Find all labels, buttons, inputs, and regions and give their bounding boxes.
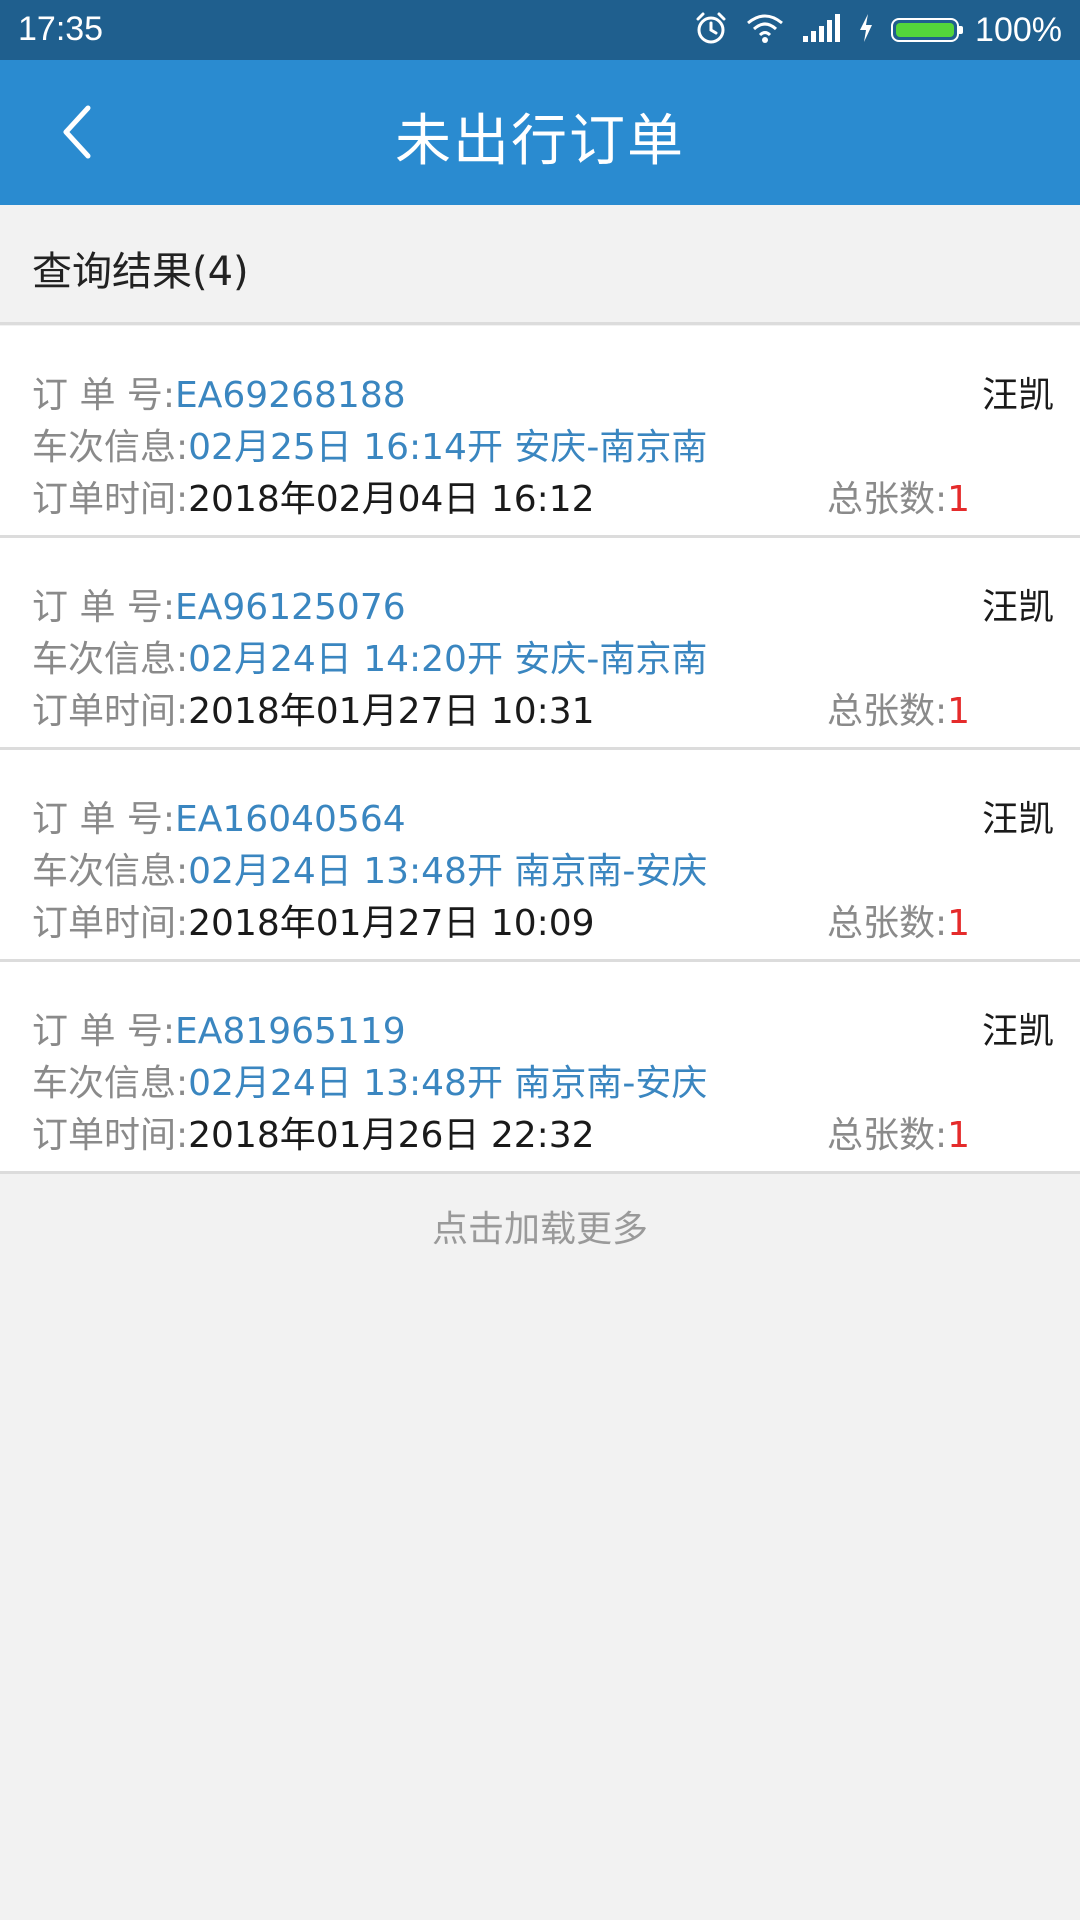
order-card[interactable]: 订 单 号:EA16040564 汪凯 车次信息:02月24日 13:48开 南… bbox=[0, 750, 1080, 962]
order-time: 2018年02月04日 16:12 bbox=[188, 479, 595, 520]
ticket-count: 1 bbox=[947, 903, 970, 944]
order-number-label: 订 单 号: bbox=[32, 375, 176, 416]
battery-fill bbox=[896, 23, 955, 37]
order-time-row: 订单时间:2018年02月04日 16:12 bbox=[32, 470, 595, 522]
order-number: EA69268188 bbox=[175, 375, 406, 416]
ticket-count-row: 总张数:1 bbox=[827, 1106, 970, 1158]
train-info-label: 车次信息: bbox=[32, 639, 189, 680]
order-time-label: 订单时间: bbox=[32, 903, 189, 944]
train-info: 02月25日 16:14开 安庆-南京南 bbox=[188, 427, 708, 468]
passenger-name: 汪凯 bbox=[981, 375, 1054, 416]
order-number: EA81965119 bbox=[175, 1011, 406, 1052]
order-time-label: 订单时间: bbox=[32, 691, 189, 732]
ticket-count-label: 总张数: bbox=[826, 479, 948, 520]
order-list: 订 单 号:EA69268188 汪凯 车次信息:02月25日 16:14开 安… bbox=[0, 326, 1080, 1174]
battery-icon bbox=[891, 18, 964, 42]
order-number-label: 订 单 号: bbox=[32, 799, 176, 840]
train-info-row: 车次信息:02月24日 14:20开 安庆-南京南 bbox=[32, 630, 707, 682]
order-number-row: 订 单 号:EA69268188 bbox=[32, 366, 406, 418]
order-time: 2018年01月27日 10:09 bbox=[188, 903, 595, 944]
ticket-count: 1 bbox=[947, 479, 970, 520]
train-info-row: 车次信息:02月24日 13:48开 南京南-安庆 bbox=[32, 1054, 707, 1106]
wifi-icon bbox=[745, 12, 785, 49]
order-number: EA96125076 bbox=[175, 587, 406, 628]
order-card[interactable]: 订 单 号:EA81965119 汪凯 车次信息:02月24日 13:48开 南… bbox=[0, 962, 1080, 1174]
ticket-count: 1 bbox=[947, 1115, 970, 1156]
order-time-label: 订单时间: bbox=[32, 479, 189, 520]
signal-icon bbox=[801, 12, 841, 49]
train-info: 02月24日 13:48开 南京南-安庆 bbox=[188, 851, 708, 892]
ticket-count: 1 bbox=[947, 691, 970, 732]
order-time: 2018年01月26日 22:32 bbox=[188, 1115, 595, 1156]
app-bar: 未出行订单 bbox=[0, 60, 1080, 205]
passenger-name: 汪凯 bbox=[981, 587, 1054, 628]
alarm-icon bbox=[693, 10, 729, 51]
order-time: 2018年01月27日 10:31 bbox=[188, 691, 595, 732]
train-info-label: 车次信息: bbox=[32, 1063, 189, 1104]
order-number-row: 订 单 号:EA16040564 bbox=[32, 790, 406, 842]
order-time-row: 订单时间:2018年01月27日 10:09 bbox=[32, 894, 595, 946]
order-time-row: 订单时间:2018年01月27日 10:31 bbox=[32, 682, 595, 734]
order-number-label: 订 单 号: bbox=[32, 1011, 176, 1052]
result-header: 查询结果(4) bbox=[0, 205, 1080, 325]
order-number-row: 订 单 号:EA81965119 bbox=[32, 1002, 406, 1054]
order-time-row: 订单时间:2018年01月26日 22:32 bbox=[32, 1106, 595, 1158]
battery-percent: 100% bbox=[975, 10, 1062, 49]
page-title: 未出行订单 bbox=[395, 109, 685, 174]
train-info-row: 车次信息:02月24日 13:48开 南京南-安庆 bbox=[32, 842, 707, 894]
result-count-label: 查询结果(4) bbox=[32, 249, 249, 295]
order-card[interactable]: 订 单 号:EA96125076 汪凯 车次信息:02月24日 14:20开 安… bbox=[0, 538, 1080, 750]
status-icons: 100% bbox=[693, 8, 1062, 52]
ticket-count-row: 总张数:1 bbox=[827, 894, 970, 946]
charging-icon bbox=[857, 12, 875, 49]
status-bar: 17:35 100% bbox=[0, 0, 1080, 60]
train-info-row: 车次信息:02月25日 16:14开 安庆-南京南 bbox=[32, 418, 707, 470]
order-number: EA16040564 bbox=[175, 799, 406, 840]
ticket-count-label: 总张数: bbox=[826, 903, 948, 944]
order-time-label: 订单时间: bbox=[32, 1115, 189, 1156]
ticket-count-row: 总张数:1 bbox=[827, 682, 970, 734]
train-info-label: 车次信息: bbox=[32, 851, 189, 892]
status-time: 17:35 bbox=[18, 10, 104, 48]
passenger-name: 汪凯 bbox=[981, 1011, 1054, 1052]
ticket-count-label: 总张数: bbox=[826, 1115, 948, 1156]
ticket-count-label: 总张数: bbox=[826, 691, 948, 732]
ticket-count-row: 总张数:1 bbox=[827, 470, 970, 522]
passenger-name: 汪凯 bbox=[981, 799, 1054, 840]
order-card[interactable]: 订 单 号:EA69268188 汪凯 车次信息:02月25日 16:14开 安… bbox=[0, 326, 1080, 538]
train-info: 02月24日 13:48开 南京南-安庆 bbox=[188, 1063, 708, 1104]
order-number-row: 订 单 号:EA96125076 bbox=[32, 578, 406, 630]
load-more-button[interactable]: 点击加载更多 bbox=[0, 1200, 1080, 1252]
train-info: 02月24日 14:20开 安庆-南京南 bbox=[188, 639, 708, 680]
train-info-label: 车次信息: bbox=[32, 427, 189, 468]
order-number-label: 订 单 号: bbox=[32, 587, 176, 628]
